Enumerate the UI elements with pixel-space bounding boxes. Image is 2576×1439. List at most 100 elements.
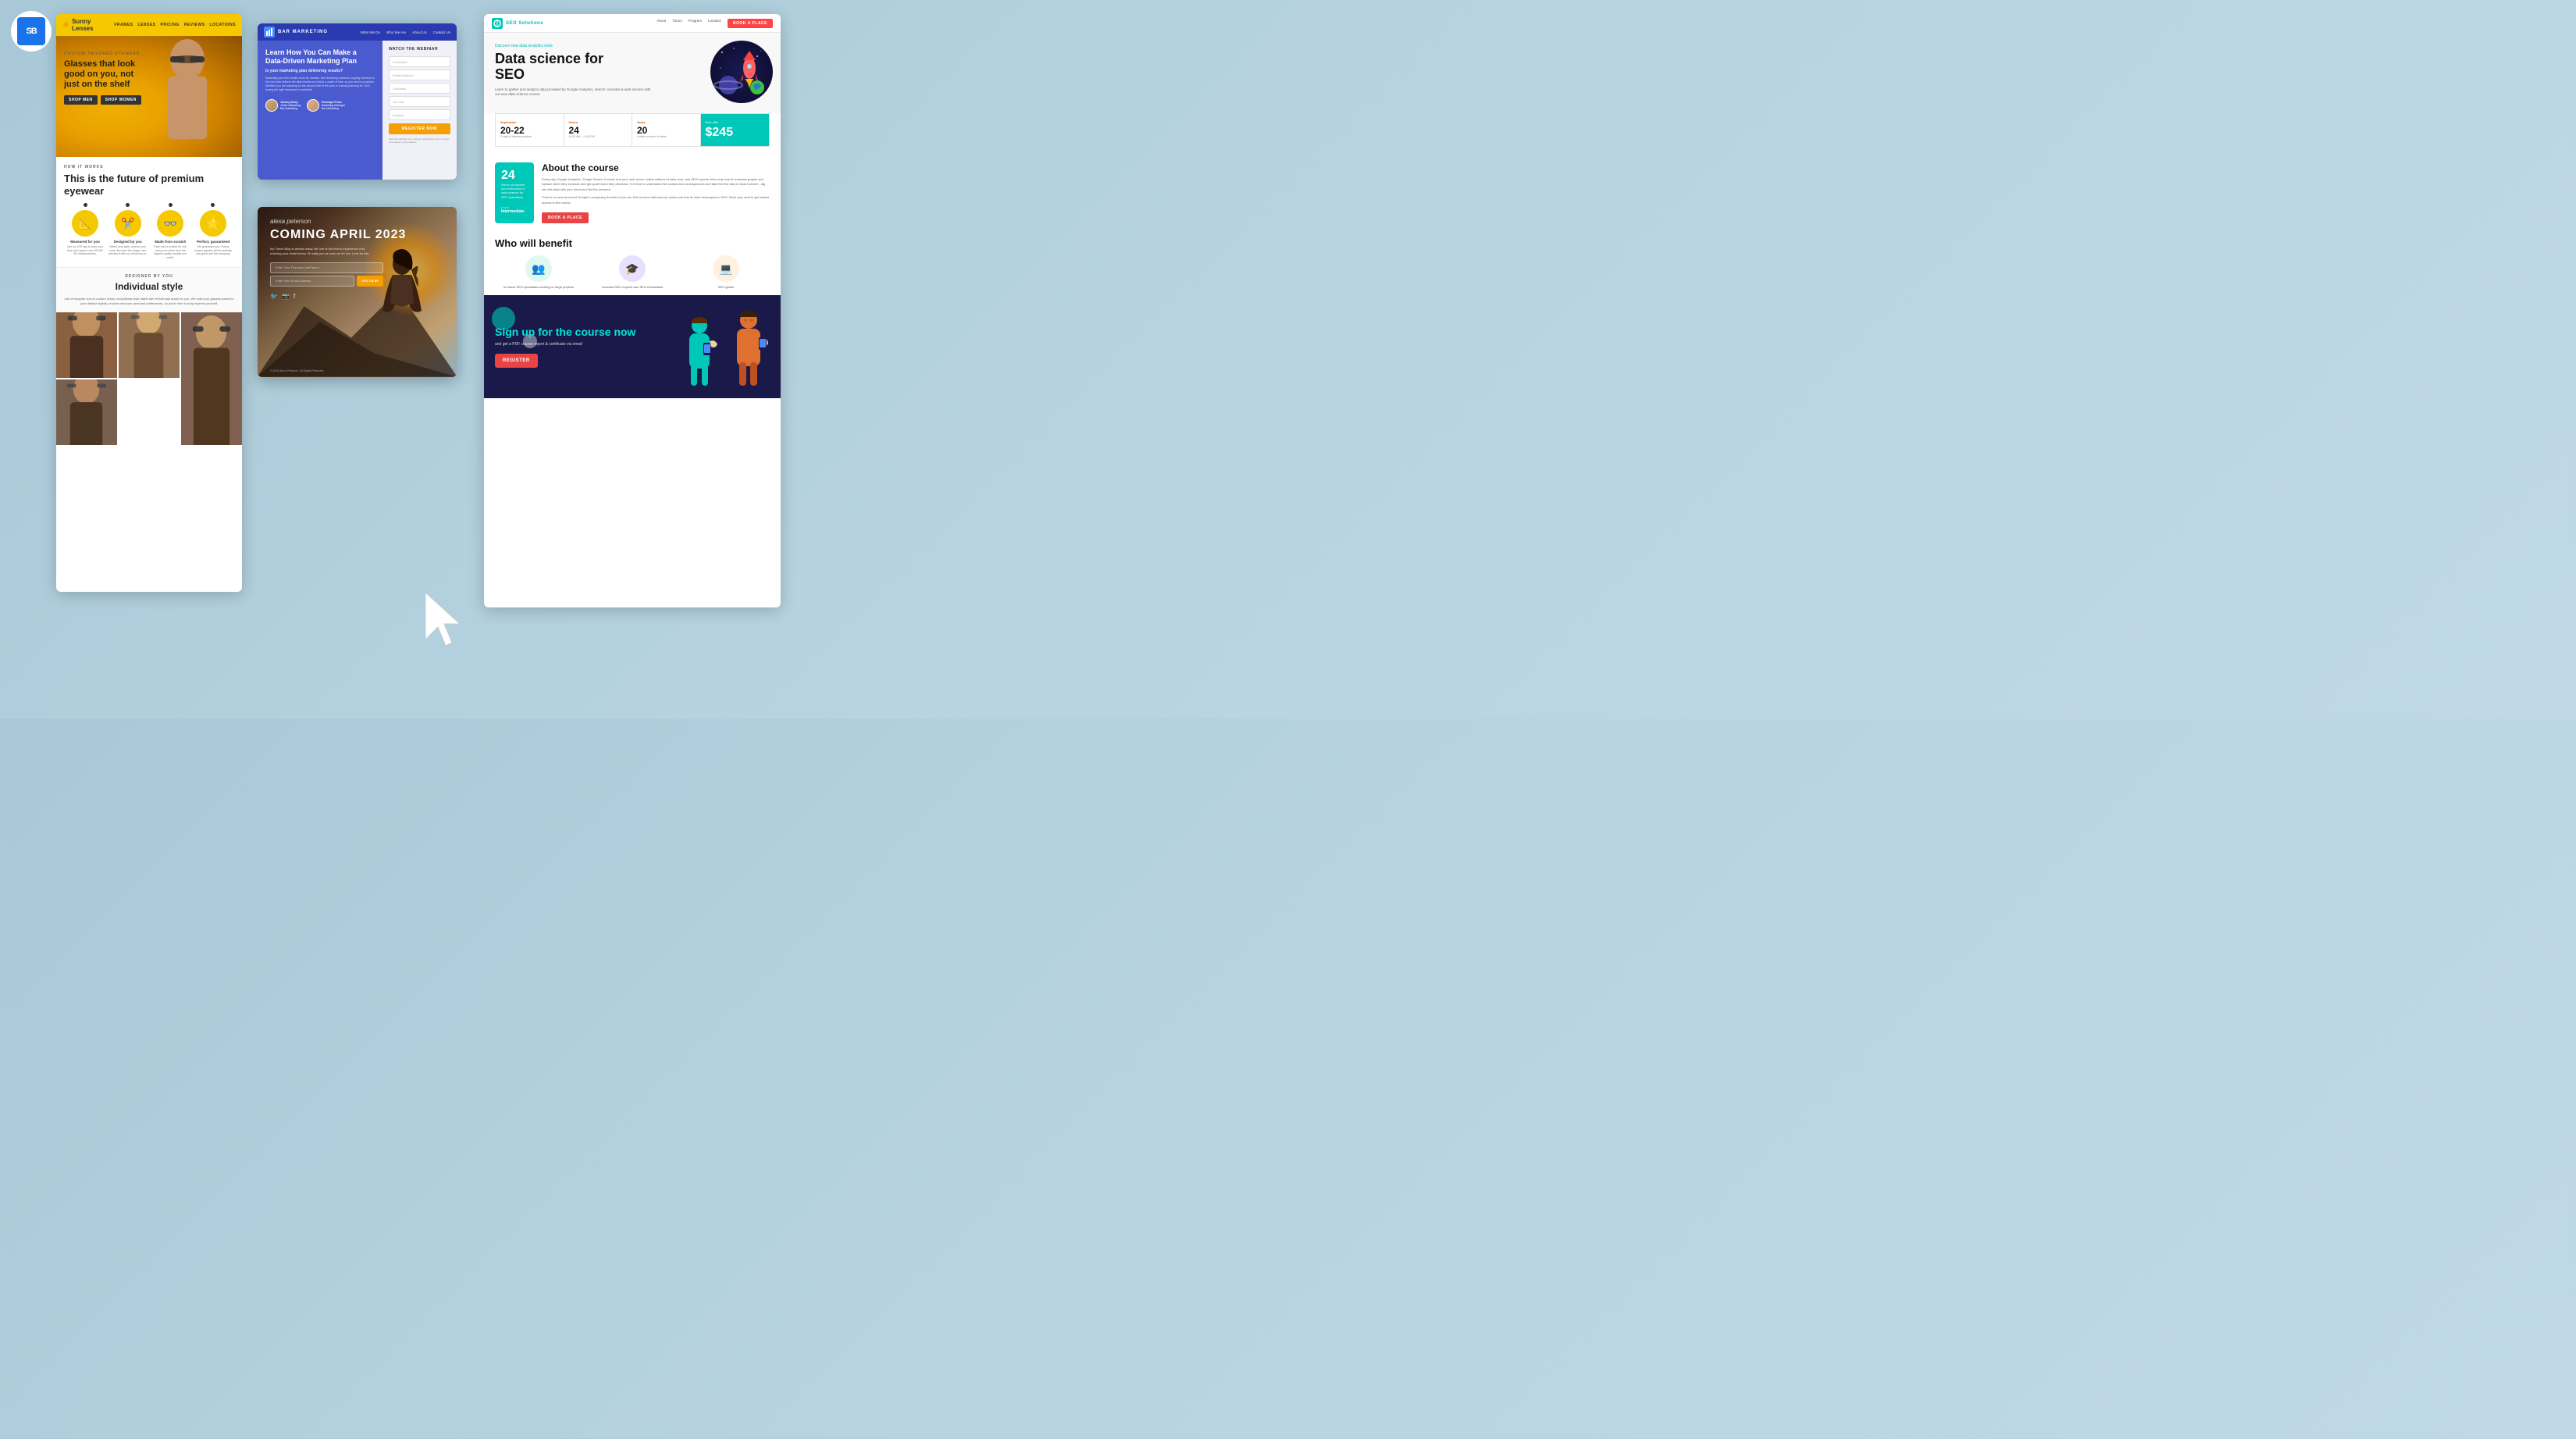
register-button[interactable]: REGISTER (495, 354, 538, 368)
panel4-who-benefit: Who will benefit 👥 In-house SEO speciali… (484, 231, 781, 295)
rocket-illustration (710, 41, 773, 103)
hero-text-block: CUSTOM-TAILORED EYEWEAR Glasses that loo… (64, 52, 142, 105)
bar-logo-icon (264, 27, 275, 37)
p3-name-field[interactable]: Enter Your First and Last Name (270, 262, 383, 273)
sunny-lenses-panel: ☀ Sunny Lenses FRAMES LENSES PRICING REV… (56, 14, 242, 592)
field-email[interactable]: Email Address* (389, 69, 450, 80)
field-company[interactable]: Company (389, 83, 450, 94)
stat-seats: Seats 20 Limited number of seats (632, 114, 701, 146)
who-cards: 👥 In-house SEO specialists working on la… (495, 255, 770, 289)
p2-nav-3[interactable]: About Us (412, 30, 427, 34)
stat-price: Best offer $245 (701, 114, 770, 146)
how-item-1: 📐 Measured for you Use our iOS app to sc… (66, 203, 105, 256)
book-place-button[interactable]: BOOK A PLACE (542, 212, 589, 223)
register-now-button[interactable]: REGISTER NOW (389, 123, 450, 134)
nav-locations[interactable]: LOCATIONS (209, 23, 236, 27)
speaker-1-info: Jeremy Avery Junior Marketing Bar Market… (280, 101, 301, 110)
how-dot-4 (211, 203, 215, 207)
coming-april-panel: alexa peterson COMING APRIL 2023 My Trav… (258, 207, 457, 377)
about-right-panel: About the course Every day, Google Analy… (542, 162, 770, 223)
speaker-1-avatar (265, 99, 278, 112)
seo-logo-icon (492, 18, 503, 29)
panel4-signup: Sign up for the course now and get a PDF… (484, 295, 781, 398)
twitter-icon[interactable]: 🐦 (270, 293, 278, 300)
nav-pricing[interactable]: PRICING (161, 23, 180, 27)
hero-woman (148, 36, 226, 157)
photo-3 (181, 312, 242, 445)
stat-dates: September 20-22 3 days of intense practi… (496, 114, 564, 146)
photo-2 (119, 312, 180, 378)
shop-women-button[interactable]: SHOP WOMEN (101, 95, 141, 105)
nav-lenses[interactable]: LENSES (138, 23, 156, 27)
person-silhouette (371, 248, 433, 346)
field-fullname[interactable]: Full Name* (389, 56, 450, 67)
panel4-navbar: SEO Solutions About Tutors Program Locat… (484, 14, 781, 33)
panel2-logo-group: BAR MARKETING (264, 27, 328, 37)
p2-nav-2[interactable]: Who We Are (386, 30, 406, 34)
speaker-2: Penelope Perez Marketing Manager Bar Mar… (307, 99, 345, 112)
stat-hours: Hours 24 10:00 AM — 6:00 PM (564, 114, 633, 146)
panel1-logo: ☀ Sunny Lenses (62, 18, 105, 32)
panel1-nav-links: FRAMES LENSES PRICING REVIEWS LOCATIONS (114, 23, 236, 27)
instagram-icon[interactable]: 📷 (282, 293, 290, 300)
how-item-2: ✂️ Designed by you Select your style, ch… (109, 203, 148, 256)
figure-man (727, 308, 770, 386)
panel1-designed: DESIGNED BY YOU Individual style Like a … (56, 267, 242, 312)
panel4-nav-links: About Tutors Program Location BOOK A PLA… (656, 19, 773, 28)
panel2-content: Learn How You Can Make a Data-Driven Mar… (258, 41, 457, 180)
shop-men-button[interactable]: SHOP MEN (64, 95, 98, 105)
how-dot-3 (169, 203, 173, 207)
who-icon-1: 👥 (525, 255, 552, 282)
p2-nav-1[interactable]: What We Do (361, 30, 380, 34)
how-circle-4: ⭐ (200, 210, 226, 237)
panel2-nav-links: What We Do Who We Are About Us Contact U… (361, 30, 450, 34)
speaker-2-info: Penelope Perez Marketing Manager Bar Mar… (322, 101, 345, 110)
sun-icon: ☀ (62, 21, 69, 30)
p2-nav-4[interactable]: Contact Us (433, 30, 450, 34)
how-circle-1: 📐 (72, 210, 98, 237)
who-card-1: 👥 In-house SEO specialists working on la… (495, 255, 582, 289)
who-icon-2: 🎓 (619, 255, 646, 282)
who-card-3: 💻 SEO geeks (682, 255, 770, 289)
nav-reviews[interactable]: REVIEWS (184, 23, 205, 27)
facebook-icon[interactable]: f (294, 293, 295, 300)
how-circle-2: ✂️ (115, 210, 141, 237)
how-dot-2 (126, 203, 130, 207)
panel1-hero: CUSTOM-TAILORED EYEWEAR Glasses that loo… (56, 36, 242, 157)
photo-1 (56, 312, 117, 378)
nav-frames[interactable]: FRAMES (114, 23, 133, 27)
book-a-place-nav-button[interactable]: BOOK A PLACE (728, 19, 773, 28)
p4-nav-tutors[interactable]: Tutors (672, 19, 682, 28)
field-jobtitle[interactable]: Job Title (389, 96, 450, 107)
panel2-left: Learn How You Can Make a Data-Driven Mar… (258, 41, 382, 180)
p4-nav-about[interactable]: About (656, 19, 666, 28)
photo-4 (56, 379, 117, 445)
how-icons-row: 📐 Measured for you Use our iOS app to sc… (64, 203, 234, 259)
panel3-form: Enter Your First and Last Name Enter You… (270, 262, 383, 287)
signup-figures (676, 308, 770, 386)
panel4-stats: September 20-22 3 days of intense practi… (495, 113, 770, 147)
p4-nav-program[interactable]: Program (688, 19, 702, 28)
p3-email-field[interactable]: Enter Your Email Address (270, 276, 354, 287)
panel2-speakers: Jeremy Avery Junior Marketing Bar Market… (265, 99, 375, 112)
who-card-2: 🎓 Licensed SEO experts and SEO enthusias… (589, 255, 676, 289)
signup-text: Sign up for the course now and get a PDF… (495, 326, 664, 368)
about-left-panel: 24 Hours of practice and immersion in da… (495, 162, 534, 223)
who-icon-3: 💻 (713, 255, 739, 282)
panel4-logo-group: SEO Solutions (492, 18, 543, 29)
cursor-arrow (425, 593, 472, 649)
speaker-2-avatar (307, 99, 319, 112)
p4-nav-location[interactable]: Location (708, 19, 721, 28)
panel3-bg: alexa peterson COMING APRIL 2023 My Trav… (258, 207, 457, 377)
how-dot-1 (84, 203, 87, 207)
seo-solutions-panel: SEO Solutions About Tutors Program Locat… (484, 14, 781, 607)
field-industry[interactable]: Industry (389, 109, 450, 120)
hero-buttons: SHOP MEN SHOP WOMEN (64, 95, 142, 105)
panel1-how-it-works: HOW IT WORKS This is the future of premi… (56, 157, 242, 267)
panel2-navbar: BAR MARKETING What We Do Who We Are Abou… (258, 23, 457, 41)
logo-badge: SB (11, 11, 52, 52)
panel4-about: 24 Hours of practice and immersion in da… (484, 155, 781, 231)
panel2-right: WATCH THE WEBINAR Full Name* Email Addre… (382, 41, 457, 180)
bar-marketing-panel: BAR MARKETING What We Do Who We Are Abou… (258, 23, 457, 180)
figure-woman (680, 312, 719, 386)
